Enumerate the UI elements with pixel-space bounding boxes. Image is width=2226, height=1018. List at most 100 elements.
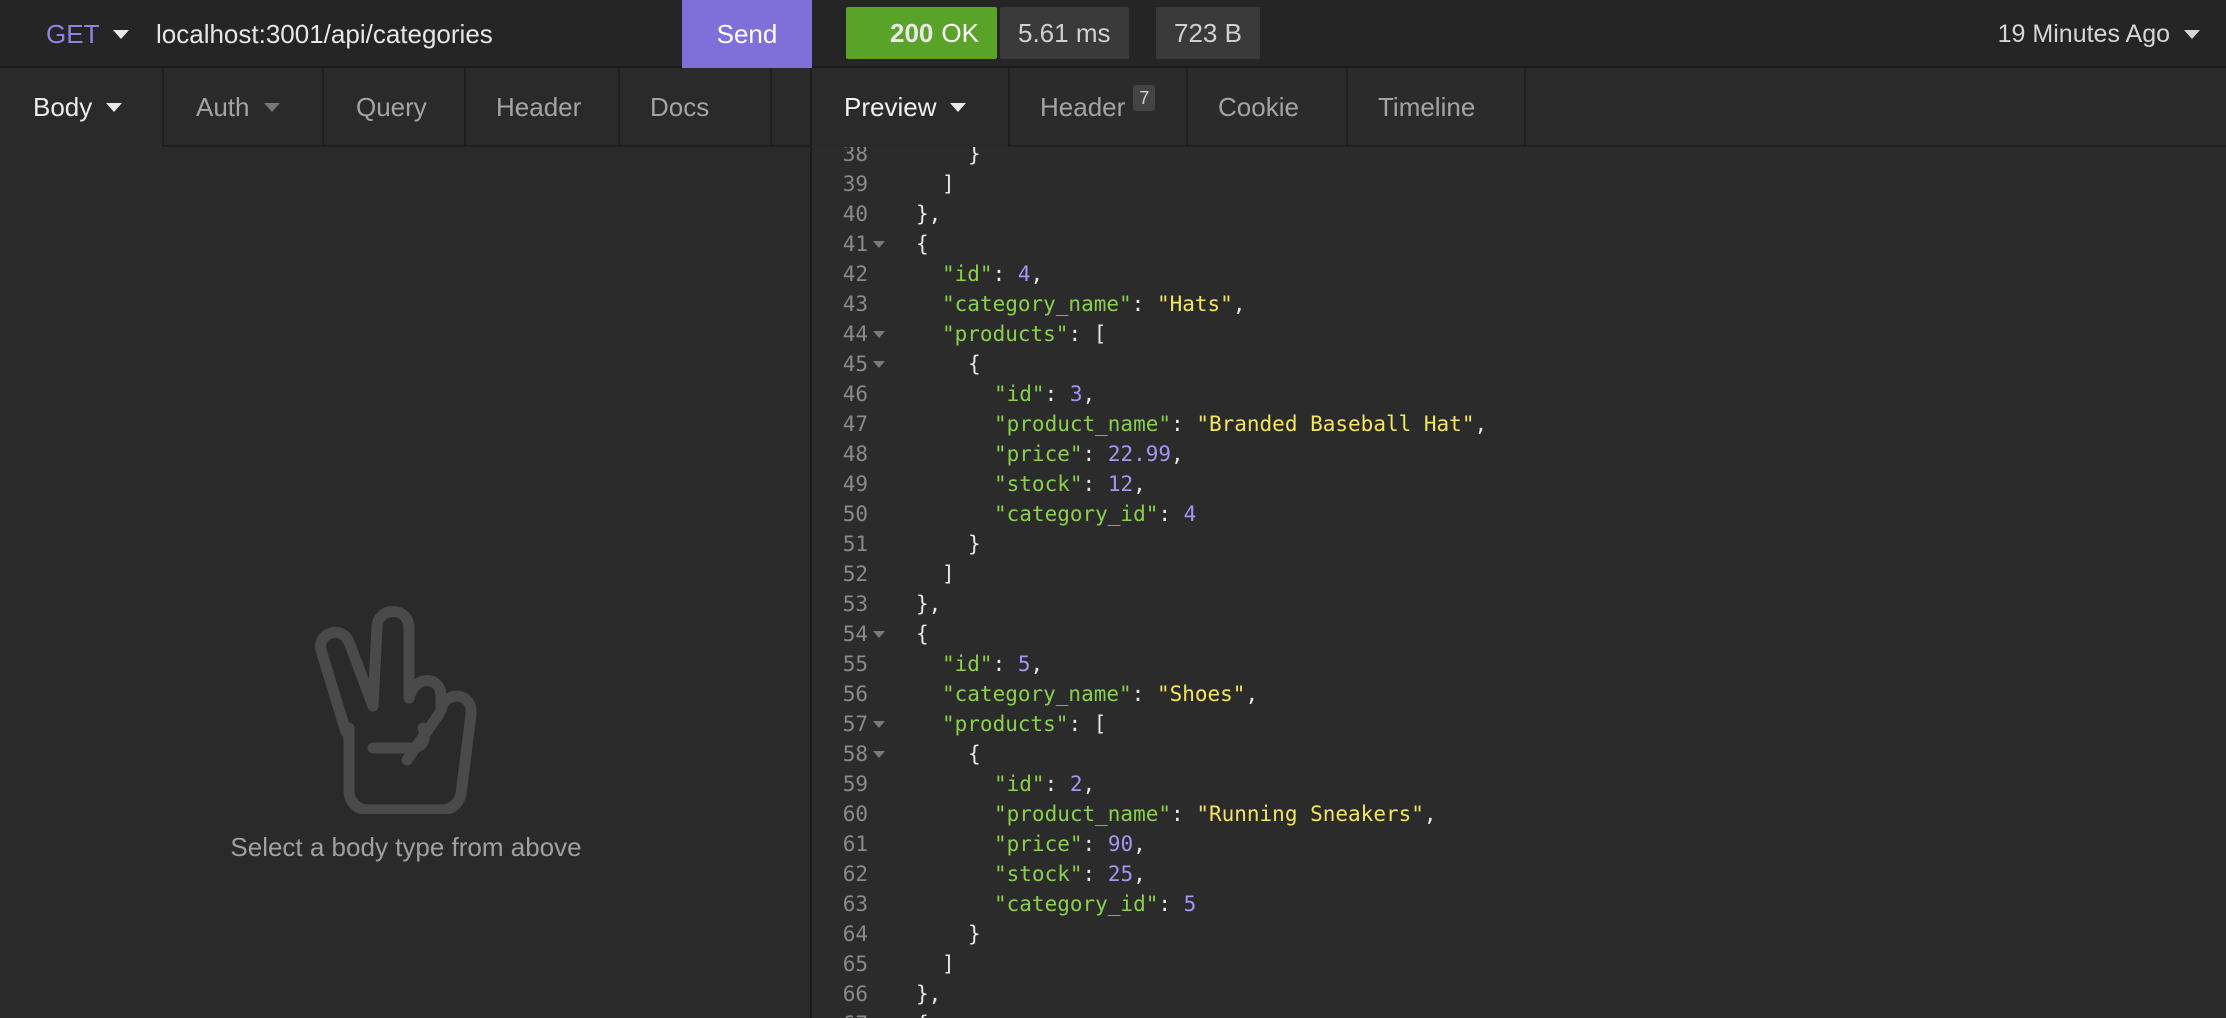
json-token: , xyxy=(1082,382,1096,406)
code-line: 38} xyxy=(814,147,2226,169)
code-line: 54 { xyxy=(814,619,2226,649)
line-number: 46 xyxy=(842,382,868,406)
json-token: ] xyxy=(942,172,955,196)
json-token: 12 xyxy=(1107,472,1134,496)
json-token: ] xyxy=(942,952,955,976)
history-dropdown[interactable]: 19 Minutes Ago xyxy=(1998,0,2200,68)
tab-label: Body xyxy=(33,92,93,122)
code-line: 63 "category_id": 5 xyxy=(814,889,2226,919)
url-input[interactable] xyxy=(154,10,674,58)
json-token: : xyxy=(992,652,1018,676)
request-tabs: Body Auth Query Header Docs xyxy=(0,68,812,147)
top-bar: GET Send 200 OK 5.61 ms 723 B 19 Minutes… xyxy=(0,0,2226,68)
json-token: : xyxy=(1082,862,1108,886)
line-number: 40 xyxy=(842,202,868,226)
json-token: , xyxy=(1232,292,1246,316)
header-count-badge: 7 xyxy=(1133,84,1156,111)
json-token: , xyxy=(1171,442,1184,466)
code-text: "category_id": 4 xyxy=(890,502,1196,526)
code-text: } xyxy=(890,922,981,946)
line-number: 53 xyxy=(842,592,868,616)
code-text: "id": 5, xyxy=(890,652,1043,676)
json-token: , xyxy=(1030,262,1044,286)
fold-arrow-icon[interactable] xyxy=(868,240,890,248)
tab-query[interactable]: Query xyxy=(324,68,464,147)
json-token: "id" xyxy=(942,652,993,676)
response-time: 5.61 ms xyxy=(1000,7,1129,59)
json-token: , xyxy=(1423,802,1437,826)
json-preview[interactable]: 38} 39] 40}, 41{42 "id": 4, 43 "category_name"… xyxy=(814,147,2226,1018)
tab-preview[interactable]: Preview xyxy=(814,68,1008,147)
code-line: 62 "stock": 25, xyxy=(814,859,2226,889)
code-line: 58 { xyxy=(814,739,2226,769)
line-number: 38 xyxy=(842,147,868,166)
code-line: 66}, xyxy=(814,979,2226,1009)
tab-header[interactable]: Header xyxy=(466,68,618,147)
fold-arrow-icon[interactable] xyxy=(868,360,890,368)
json-token: "category_id" xyxy=(994,502,1159,526)
response-size: 723 B xyxy=(1156,7,1260,59)
json-token: "category_id" xyxy=(994,892,1159,916)
fold-arrow-icon[interactable] xyxy=(868,330,890,338)
tab-cookie[interactable]: Cookie xyxy=(1188,68,1346,147)
code-text: } xyxy=(890,147,981,166)
tab-auth[interactable]: Auth xyxy=(164,68,322,147)
code-line: 46 "id": 3, xyxy=(814,379,2226,409)
method-select[interactable]: GET xyxy=(46,0,130,68)
json-token: , xyxy=(1474,412,1488,436)
json-token: 4 xyxy=(1183,502,1197,526)
json-token: : xyxy=(1044,772,1070,796)
line-number: 55 xyxy=(842,652,868,676)
code-text: { xyxy=(890,352,981,376)
status-code: 200 xyxy=(890,17,934,48)
json-token: : xyxy=(1131,292,1157,316)
json-token: , xyxy=(1133,862,1146,886)
fold-arrow-icon[interactable] xyxy=(868,750,890,758)
json-token: 5 xyxy=(1183,892,1197,916)
json-token: 4 xyxy=(1017,262,1031,286)
json-token: "Branded Baseball Hat" xyxy=(1196,412,1475,436)
line-number: 56 xyxy=(842,682,868,706)
json-token: , xyxy=(1133,832,1146,856)
line-number: 57 xyxy=(842,712,868,736)
code-line: 60 "product_name": "Running Sneakers", xyxy=(814,799,2226,829)
line-number: 42 xyxy=(842,262,868,286)
line-number: 63 xyxy=(842,892,868,916)
code-text: "price": 90, xyxy=(890,832,1146,856)
code-text: }, xyxy=(890,202,941,226)
tab-docs[interactable]: Docs xyxy=(620,68,770,147)
json-token: { xyxy=(916,622,929,646)
fold-arrow-icon[interactable] xyxy=(868,630,890,638)
json-token: : xyxy=(1082,472,1108,496)
code-line: 52] xyxy=(814,559,2226,589)
fold-arrow-icon[interactable] xyxy=(868,720,890,728)
code-text: { xyxy=(890,742,981,766)
code-line: 57 "products": [ xyxy=(814,709,2226,739)
line-number: 52 xyxy=(842,562,868,586)
code-text: ] xyxy=(890,172,955,196)
send-button[interactable]: Send xyxy=(682,0,812,68)
peace-hand-icon xyxy=(315,606,477,814)
code-text: { xyxy=(890,1012,929,1018)
json-token: } xyxy=(968,922,981,946)
code-line: 43 "category_name": "Hats", xyxy=(814,289,2226,319)
code-line: 67 { xyxy=(814,1009,2226,1018)
code-text: "product_name": "Branded Baseball Hat", xyxy=(890,412,1487,436)
tab-body[interactable]: Body xyxy=(0,68,164,147)
method-label: GET xyxy=(46,18,100,49)
status-badge: 200 OK xyxy=(846,7,997,59)
json-token: "price" xyxy=(994,442,1083,466)
code-line: 65] xyxy=(814,949,2226,979)
json-token: , xyxy=(1030,652,1044,676)
code-line: 42 "id": 4, xyxy=(814,259,2226,289)
tab-label: Header xyxy=(1040,92,1126,122)
json-token: "product_name" xyxy=(994,412,1172,436)
tab-timeline[interactable]: Timeline xyxy=(1348,68,1524,147)
json-token: } xyxy=(968,532,981,556)
code-text: "stock": 25, xyxy=(890,862,1146,886)
json-token: , xyxy=(1082,772,1096,796)
tab-response-header[interactable]: Header 7 xyxy=(1010,68,1186,147)
code-text: "category_id": 5 xyxy=(890,892,1196,916)
json-token: "products" xyxy=(942,712,1069,736)
code-text: ] xyxy=(890,562,955,586)
